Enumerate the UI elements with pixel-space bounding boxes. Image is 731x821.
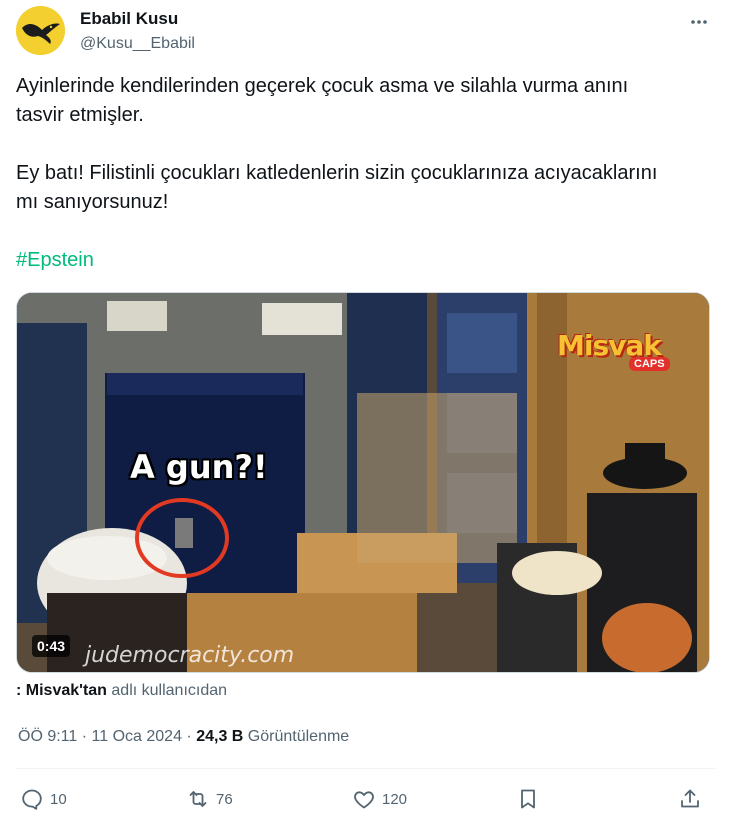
video-player[interactable]: A gun?! Misvak CAPS judemocracity.com 0:… — [16, 292, 710, 673]
share-icon — [681, 789, 699, 808]
like-button[interactable]: 120 — [352, 783, 407, 815]
source-name[interactable]: : Misvak'tan — [16, 682, 107, 699]
avatar[interactable] — [16, 6, 65, 55]
action-bar: 10 76 120 — [16, 783, 715, 815]
views-count: 24,3 B — [196, 728, 244, 745]
retweet-button[interactable]: 76 — [186, 783, 233, 815]
misvak-logo-sub: CAPS — [629, 357, 670, 371]
tweet-line: Ey batı! Filistinli çocukları katledenle… — [16, 162, 658, 184]
views-label: Görüntülenme — [247, 728, 350, 745]
retweet-count: 76 — [216, 790, 233, 808]
like-count: 120 — [382, 790, 408, 808]
retweet-icon — [189, 791, 207, 807]
divider — [16, 768, 715, 769]
video-overlay-text: A gun?! — [130, 448, 268, 486]
tweet-time[interactable]: ÖÖ 9:11 — [18, 728, 77, 745]
tweet-meta: ÖÖ 9:11 · 11 Oca 2024 · 24,3 B Görüntüle… — [18, 728, 349, 746]
video-watermark: judemocracity.com — [85, 643, 295, 668]
author-name[interactable]: Ebabil Kusu — [80, 9, 178, 29]
author-handle[interactable]: @Kusu__Ebabil — [80, 35, 195, 53]
more-options-icon[interactable] — [685, 8, 713, 36]
separator: · — [81, 728, 92, 745]
source-suffix: adlı kullanıcıdan — [111, 682, 228, 699]
tweet-text: Ayinlerinde kendilerinden geçerek çocuk … — [16, 72, 716, 275]
heart-icon — [354, 791, 374, 809]
reply-icon — [22, 789, 42, 810]
separator: · — [186, 728, 197, 745]
bookmark-icon — [521, 789, 535, 809]
hashtag-link[interactable]: #Epstein — [16, 246, 716, 275]
tweet-line: mı sanıyorsunuz! — [16, 191, 169, 213]
bookmark-button[interactable] — [516, 783, 540, 815]
tweet-line: Ayinlerinde kendilerinden geçerek çocuk … — [16, 75, 629, 97]
media-source[interactable]: : Misvak'tan adlı kullanıcıdan — [16, 682, 227, 700]
tweet-header: Ebabil Kusu @Kusu__Ebabil — [16, 6, 715, 62]
video-duration-badge: 0:43 — [32, 635, 71, 657]
tweet-date[interactable]: 11 Oca 2024 — [92, 728, 182, 745]
share-button[interactable] — [678, 783, 702, 815]
swallow-logo-icon — [16, 6, 65, 55]
tweet-line: tasvir etmişler. — [16, 104, 144, 126]
reply-count: 10 — [50, 790, 67, 808]
reply-button[interactable]: 10 — [20, 783, 67, 815]
